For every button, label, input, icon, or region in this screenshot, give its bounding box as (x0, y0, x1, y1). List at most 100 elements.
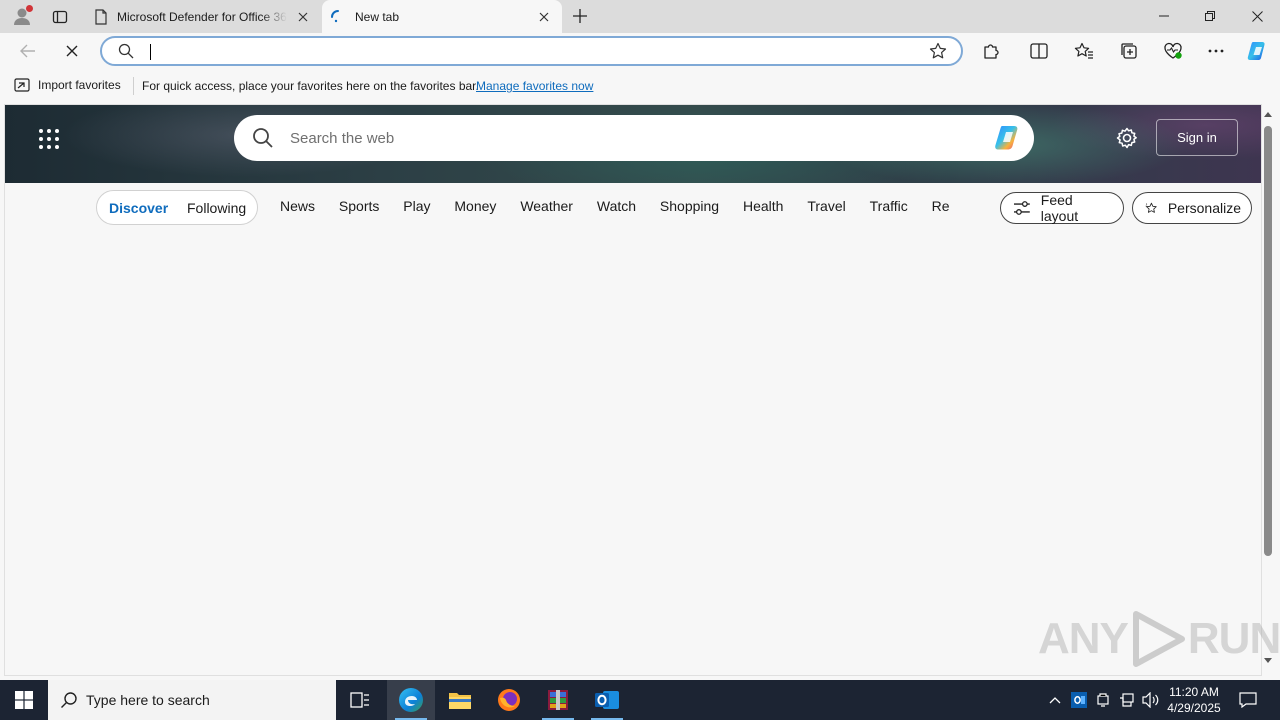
winrar-icon (548, 690, 568, 710)
taskbar-search-placeholder: Type here to search (86, 692, 210, 708)
task-view-button[interactable] (336, 680, 384, 720)
browser-toolbar (0, 33, 1280, 69)
taskbar-outlook[interactable] (583, 680, 631, 720)
scroll-up-icon[interactable] (1263, 110, 1273, 118)
loading-icon (331, 9, 339, 22)
profile-button[interactable] (8, 4, 36, 28)
personalize-label: Personalize (1167, 200, 1241, 216)
copilot-button[interactable] (1245, 39, 1271, 63)
settings-more-button[interactable] (1203, 39, 1229, 63)
notification-dot (26, 5, 33, 12)
tab-discover[interactable]: Discover (109, 200, 168, 216)
taskbar-winrar[interactable] (534, 680, 582, 720)
category-weather[interactable]: Weather (520, 198, 573, 214)
web-search-box[interactable]: Search the web (234, 115, 1034, 161)
action-center-button[interactable] (1234, 680, 1262, 720)
stop-loading-button[interactable] (58, 37, 86, 65)
taskbar-search-box[interactable]: Type here to search (48, 680, 336, 720)
address-bar[interactable] (100, 36, 963, 66)
close-icon (66, 45, 78, 57)
scrollbar-thumb[interactable] (1264, 126, 1272, 556)
category-news[interactable]: News (280, 198, 315, 214)
hero-banner: Search the web Sign in (5, 105, 1261, 183)
feed-layout-label: Feed layout (1040, 192, 1079, 224)
import-icon (14, 78, 30, 92)
anyrun-watermark: ANY RUN (1038, 610, 1280, 668)
category-watch[interactable]: Watch (597, 198, 636, 214)
tab-new-tab[interactable]: New tab (322, 0, 562, 33)
page-icon (95, 8, 107, 25)
favorites-hint: For quick access, place your favorites h… (142, 79, 479, 93)
tray-network[interactable] (1115, 680, 1139, 720)
vertical-scrollbar[interactable] (1262, 104, 1274, 676)
sign-in-button[interactable]: Sign in (1156, 119, 1238, 156)
task-view-icon (350, 692, 369, 708)
watermark-right-text: RUN (1187, 614, 1280, 663)
folder-icon (449, 693, 471, 709)
start-button[interactable] (0, 680, 48, 720)
favorite-star-icon[interactable] (929, 42, 947, 60)
category-shopping[interactable]: Shopping (660, 198, 719, 214)
restore-icon (1205, 11, 1215, 21)
new-tab-button[interactable] (568, 5, 592, 27)
play-logo-icon (1132, 611, 1185, 667)
restore-button[interactable] (1187, 0, 1233, 32)
tab-defender[interactable]: Microsoft Defender for Office 365 (86, 0, 321, 33)
web-search-placeholder: Search the web (290, 130, 395, 147)
category-money[interactable]: Money (454, 198, 496, 214)
notification-icon (1239, 692, 1257, 708)
feed-layout-button[interactable]: Feed layout (1000, 192, 1124, 224)
taskbar-file-explorer[interactable] (436, 680, 484, 720)
tray-overflow-button[interactable] (1043, 680, 1067, 720)
category-traffic[interactable]: Traffic (870, 198, 908, 214)
split-screen-button[interactable] (1026, 39, 1052, 63)
tab-actions-button[interactable] (48, 6, 72, 28)
minimize-button[interactable] (1141, 0, 1187, 32)
tray-outlook[interactable] (1067, 680, 1091, 720)
taskbar-edge[interactable] (387, 680, 435, 720)
tray-network-status[interactable] (1091, 680, 1115, 720)
favorites-button[interactable] (1071, 39, 1097, 63)
manage-favorites-link[interactable]: Manage favorites now (476, 79, 593, 93)
collections-button[interactable] (1116, 39, 1142, 63)
settings-gear-icon[interactable] (1116, 127, 1138, 149)
personalize-button[interactable]: Personalize (1132, 192, 1252, 224)
speaker-icon (1142, 692, 1159, 708)
category-play[interactable]: Play (403, 198, 430, 214)
watermark-left-text: ANY (1038, 614, 1129, 663)
extensions-button[interactable] (978, 39, 1004, 63)
close-icon (298, 12, 308, 21)
outlook-icon (595, 691, 619, 709)
clock-date: 4/29/2025 (1167, 701, 1221, 715)
heart-pulse-icon (1164, 42, 1182, 59)
category-health[interactable]: Health (743, 198, 783, 214)
firefox-icon (498, 689, 520, 711)
category-real-estate[interactable]: Real Estate (932, 198, 950, 214)
back-button[interactable] (14, 37, 42, 65)
tab-close-button[interactable] (534, 7, 554, 27)
import-favorites-button[interactable]: Import favorites (14, 78, 121, 92)
browser-essentials-button[interactable] (1160, 39, 1186, 63)
windows-taskbar: Type here to search 11:20 AM 4/29/2025 (0, 680, 1280, 720)
tab-close-button[interactable] (293, 7, 313, 27)
tab-following[interactable]: Following (187, 200, 246, 216)
copilot-icon[interactable] (993, 124, 1025, 152)
sparkle-star-icon (1145, 202, 1157, 213)
taskbar-clock[interactable]: 11:20 AM 4/29/2025 (1164, 684, 1224, 716)
tab-actions-icon (52, 10, 68, 24)
feed-navigation: Discover Following News Sports Play Mone… (5, 183, 1261, 233)
new-tab-page: Search the web Sign in Discover Followin… (4, 104, 1262, 676)
close-icon (1251, 10, 1263, 22)
close-window-button[interactable] (1234, 0, 1280, 32)
taskbar-firefox[interactable] (485, 680, 533, 720)
search-icon (253, 128, 273, 148)
apps-grid-icon[interactable] (38, 128, 60, 150)
tray-volume[interactable] (1139, 680, 1163, 720)
category-travel[interactable]: Travel (807, 198, 845, 214)
feed-tab-group: Discover Following (96, 190, 258, 225)
back-arrow-icon (20, 44, 35, 58)
favorites-icon (1074, 42, 1093, 59)
category-sports[interactable]: Sports (339, 198, 379, 214)
minimize-icon (1159, 15, 1169, 17)
divider (133, 77, 134, 95)
